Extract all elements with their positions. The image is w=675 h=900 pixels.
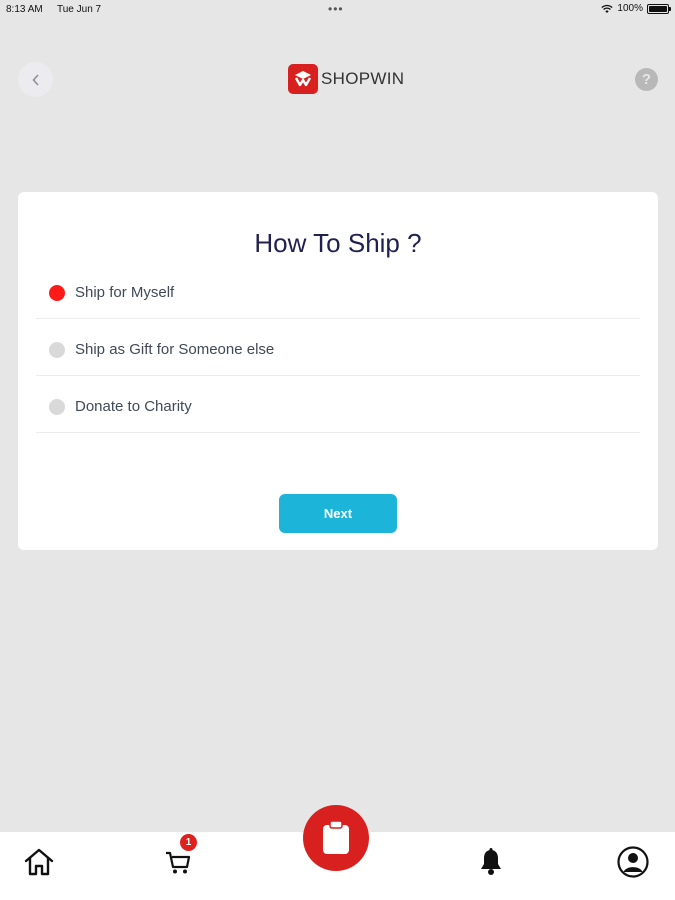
option-donate-to-charity[interactable]: Donate to Charity (36, 378, 640, 435)
battery-percent: 100% (617, 3, 643, 14)
card-title: How To Ship ? (254, 228, 422, 258)
option-ship-for-myself[interactable]: Ship for Myself (36, 264, 640, 321)
shopwin-logo-icon (288, 64, 318, 94)
option-label: Ship as Gift for Someone else (75, 341, 275, 358)
bell-icon (481, 848, 501, 875)
tab-notifications[interactable] (471, 842, 511, 882)
divider (36, 318, 640, 319)
orders-fab-button[interactable] (303, 805, 369, 871)
status-date: Tue Jun 7 (57, 4, 102, 15)
app-logo: SHOPWIN (288, 64, 404, 94)
tab-profile[interactable] (613, 842, 653, 882)
profile-icon (617, 846, 649, 878)
next-button[interactable]: Next (279, 494, 397, 533)
divider (36, 432, 640, 433)
back-button[interactable] (18, 62, 53, 97)
radio-unselected-icon[interactable] (49, 398, 65, 415)
wifi-icon (601, 4, 614, 13)
multitasking-dots[interactable]: ••• (328, 2, 344, 16)
clipboard-icon (323, 820, 349, 854)
status-bar: 8:13 AM Tue Jun 7 ••• 100% (0, 0, 675, 20)
status-time: 8:13 AM (6, 4, 43, 15)
cart-count-badge: 1 (180, 834, 197, 851)
home-icon (24, 848, 54, 876)
option-ship-as-gift[interactable]: Ship as Gift for Someone else (36, 321, 640, 378)
option-label: Donate to Charity (75, 398, 192, 415)
battery-icon (647, 3, 671, 14)
logo-text: SHOPWIN (321, 69, 405, 88)
help-icon: ? (641, 71, 652, 88)
help-button[interactable]: ? (635, 68, 658, 91)
chevron-left-icon (31, 73, 39, 86)
shipping-card: How To Ship ? Ship for Myself Ship as Gi… (18, 192, 658, 550)
radio-unselected-icon[interactable] (49, 341, 65, 358)
option-label: Ship for Myself (75, 284, 175, 301)
status-right: 100% (601, 3, 671, 14)
tab-home[interactable] (19, 842, 59, 882)
divider (36, 375, 640, 376)
radio-selected-icon[interactable] (49, 284, 65, 301)
cart-icon (166, 851, 191, 874)
